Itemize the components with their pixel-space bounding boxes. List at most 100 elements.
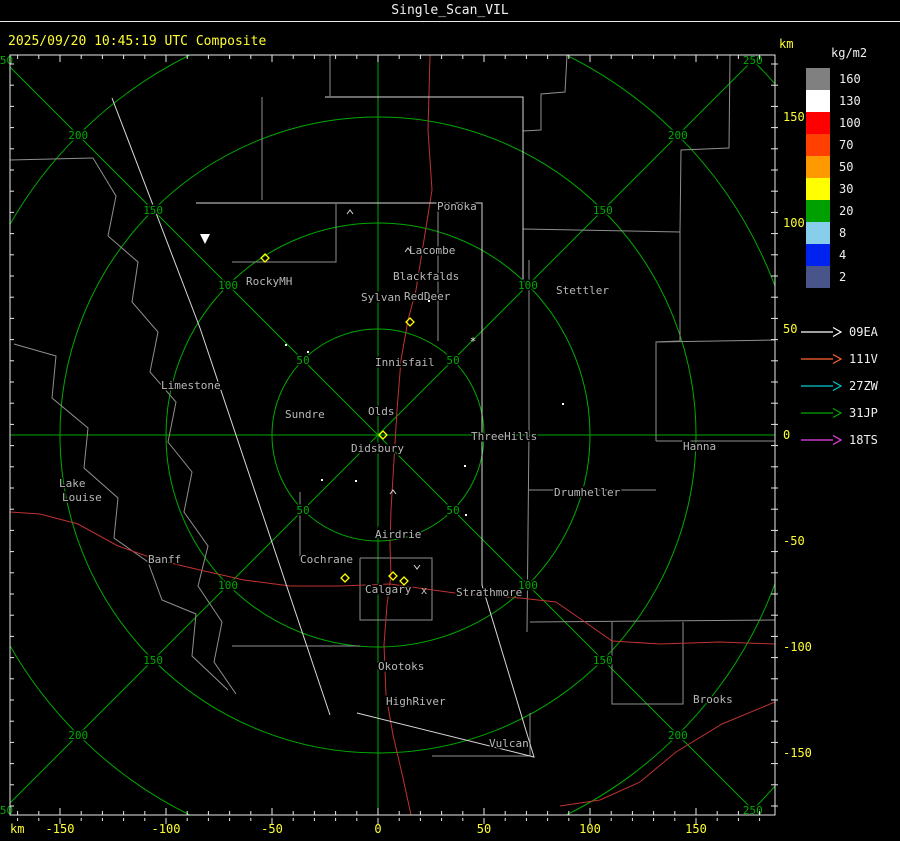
scale-row: 160	[806, 68, 900, 90]
range-label: 50	[446, 354, 459, 367]
track-id: 27ZW	[849, 378, 878, 393]
right-axis-label: 0	[783, 428, 790, 442]
track-arrow-head	[832, 434, 843, 445]
track-arrow-icon	[801, 353, 843, 364]
city-label: RedDeer	[404, 290, 451, 303]
track-row: 27ZW	[800, 372, 900, 399]
track-id: 111V	[849, 351, 878, 366]
caret-up-marker	[389, 489, 397, 495]
bottom-axis-label: 0	[374, 822, 381, 836]
legend-panel: kg/m2 160 130 100 70 50 30 20 8 4 2 09EA 111V 27ZW 3…	[800, 46, 900, 453]
city-labels: Ponoka Lacombe Blackfalds Sylvan RedDeer Stet…	[58, 199, 735, 752]
scan-boundary-line	[111, 97, 331, 716]
range-label: 50	[296, 504, 309, 517]
echo-dot	[428, 300, 430, 302]
range-label: 100	[218, 579, 238, 592]
scale-swatch	[806, 200, 830, 222]
city-label: Blackfalds	[393, 270, 459, 283]
echo-dot	[355, 480, 357, 482]
city-label: RockyMH	[246, 275, 292, 288]
scale-row: 130	[806, 90, 900, 112]
scale-row: 30	[806, 178, 900, 200]
city-label: HighRiver	[386, 695, 446, 708]
city-label: Strathmore	[456, 586, 522, 599]
track-arrow-head	[832, 353, 843, 364]
city-label: Limestone	[161, 379, 221, 392]
scale-value: 100	[839, 116, 861, 130]
boundary-line	[522, 55, 568, 132]
scale-row: 2	[806, 266, 900, 288]
city-label: Banff	[148, 553, 181, 566]
city-label: Cochrane	[300, 553, 353, 566]
azimuth-line	[10, 66, 379, 436]
range-rings-grid	[10, 55, 775, 815]
scale-swatch	[806, 156, 830, 178]
range-label: 150	[143, 204, 163, 217]
track-row: 31JP	[800, 399, 900, 426]
radar-map-display[interactable]: 50 5050 50100 100100 100150 150150 150200 20020…	[0, 0, 900, 841]
track-row: 18TS	[800, 426, 900, 453]
caret-up-marker	[346, 209, 354, 215]
city-label: Stettler	[556, 284, 609, 297]
bottom-axis-label: 100	[579, 822, 601, 836]
bottom-axis-label: 150	[685, 822, 707, 836]
range-ring	[746, 55, 775, 815]
bottom-axis-unit: km	[10, 822, 24, 836]
city-label: Louise	[62, 491, 102, 504]
color-scale: 160 130 100 70 50 30 20 8 4 2	[800, 68, 900, 288]
city-label: Vulcan	[489, 737, 529, 750]
track-arrow-icon	[801, 326, 843, 337]
city-label: Lake	[59, 477, 86, 490]
scale-row: 100	[806, 112, 900, 134]
track-arrow-head	[832, 407, 843, 418]
track-arrow-head	[832, 380, 843, 391]
bottom-axis-label: -50	[261, 822, 283, 836]
track-arrow-head	[832, 326, 843, 337]
city-label: Sundre	[285, 408, 325, 421]
track-id: 31JP	[849, 405, 878, 420]
echo-dot	[285, 344, 287, 346]
right-axis-label: -100	[783, 640, 812, 654]
caret-down-marker	[413, 564, 421, 570]
track-row: 111V	[800, 345, 900, 372]
scale-value: 160	[839, 72, 861, 86]
radar-app-window: Single_Scan_VIL 2025/09/20 10:45:19 UTC …	[0, 0, 900, 841]
city-label: Okotoks	[378, 660, 424, 673]
range-label: 100	[218, 279, 238, 292]
track-arrow-icon	[801, 380, 843, 391]
scale-row: 50	[806, 156, 900, 178]
scale-value: 4	[839, 248, 847, 262]
scale-value: 30	[839, 182, 854, 196]
city-label: Brooks	[693, 693, 733, 706]
scale-swatch	[806, 112, 830, 134]
range-label: 150	[593, 204, 613, 217]
right-axis-label: -150	[783, 746, 812, 760]
track-id: 09EA	[849, 324, 878, 339]
city-label: Didsbury	[351, 442, 404, 455]
scale-value: 20	[839, 204, 854, 218]
asterisk-marker: *	[470, 335, 477, 348]
track-id: 18TS	[849, 432, 878, 447]
boundary-line	[522, 55, 731, 233]
range-label: 200	[68, 729, 88, 742]
city-label: ThreeHills	[471, 430, 537, 443]
range-label: 150	[143, 654, 163, 667]
scale-row: 70	[806, 134, 900, 156]
scale-value: 70	[839, 138, 854, 152]
boundary-line	[526, 260, 530, 633]
legend-unit: kg/m2	[831, 46, 868, 60]
city-label: Airdrie	[375, 528, 421, 541]
echo-dot	[465, 514, 467, 516]
echo-dot	[562, 403, 564, 405]
city-label: Olds	[368, 405, 395, 418]
city-label: Hanna	[683, 440, 716, 453]
scale-value: 2	[839, 270, 847, 284]
storm-motion-arrow	[200, 234, 210, 244]
city-label: Innisfail	[375, 356, 435, 369]
boundary-line	[13, 343, 229, 691]
scale-row: 20	[806, 200, 900, 222]
bottom-axis-label: -100	[152, 822, 181, 836]
boundary-line	[529, 619, 775, 623]
right-axis-label: 50	[783, 322, 797, 336]
city-label: Lacombe	[409, 244, 455, 257]
